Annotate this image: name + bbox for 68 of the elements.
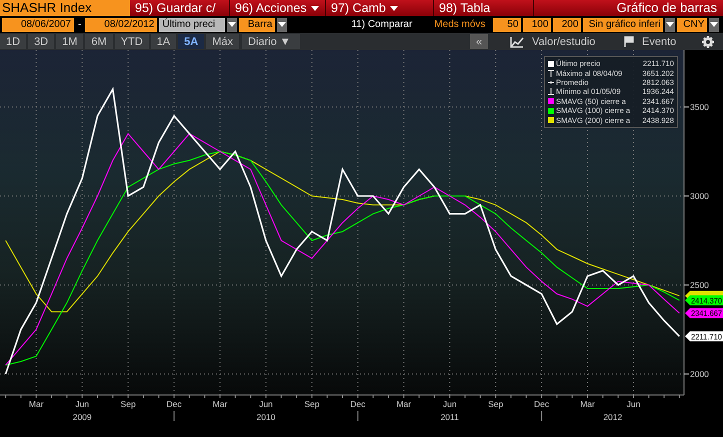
axis-label: 2000 bbox=[690, 369, 709, 379]
low-marker-icon bbox=[548, 88, 554, 96]
year-label: 2011 bbox=[440, 412, 459, 422]
caret-icon bbox=[666, 22, 674, 27]
period-field[interactable]: 200 bbox=[553, 18, 582, 32]
frequency-dropdown[interactable]: Diario ▼ bbox=[242, 34, 300, 49]
axis-label: Dec bbox=[350, 399, 366, 409]
axis-label: Jun bbox=[259, 399, 273, 409]
flag-icon bbox=[624, 36, 634, 47]
settings-icon bbox=[702, 36, 714, 48]
axis-label: Dec bbox=[534, 399, 550, 409]
value-tag: 2211.710 bbox=[685, 331, 723, 342]
menu-button[interactable]: 97) Camb bbox=[326, 0, 434, 16]
period-tab[interactable]: 1D bbox=[0, 34, 26, 49]
axis-label: 2500 bbox=[690, 280, 709, 290]
start-date-field[interactable]: 08/06/2007 bbox=[2, 18, 74, 32]
period-tab[interactable]: 5A bbox=[178, 34, 204, 49]
axis-label: Sep bbox=[304, 399, 320, 409]
period-field[interactable]: 50 bbox=[493, 18, 522, 32]
axis-label: Sep bbox=[488, 399, 504, 409]
dropdown-button[interactable] bbox=[709, 18, 720, 32]
chart-type-dropdown[interactable]: Barra bbox=[239, 18, 276, 32]
dropdown-button[interactable] bbox=[227, 18, 238, 32]
caret-icon bbox=[228, 22, 236, 27]
ticker-label: SHASHR Index bbox=[0, 0, 130, 16]
axis-label: Mar bbox=[28, 399, 44, 409]
menu-button[interactable]: 95) Guardar c/ bbox=[130, 0, 230, 16]
axis-label: Jun bbox=[626, 399, 640, 409]
moving-average-label: Meds móvs bbox=[434, 19, 486, 30]
compare-button[interactable]: 11) Comparar bbox=[351, 19, 412, 30]
period-tab[interactable]: 3D bbox=[28, 34, 54, 49]
menu-button[interactable]: 96) Acciones bbox=[230, 0, 326, 16]
chart-icon bbox=[510, 36, 524, 48]
value-tag: 2341.667 bbox=[685, 308, 723, 318]
caret-icon bbox=[310, 6, 319, 10]
price-field-dropdown[interactable]: Último preci bbox=[159, 18, 226, 32]
menu-button[interactable]: 98) Tabla bbox=[434, 0, 534, 16]
axis-label: Mar bbox=[396, 399, 412, 409]
year-label: 2010 bbox=[256, 412, 276, 422]
period-tab[interactable]: 1A bbox=[150, 34, 176, 49]
period-tab[interactable]: 1M bbox=[56, 34, 84, 49]
axis-label: Sep bbox=[120, 399, 136, 409]
axis-label: Mar bbox=[212, 399, 228, 409]
currency-dropdown[interactable]: CNY bbox=[677, 18, 708, 32]
period-tab[interactable]: Máx bbox=[206, 34, 239, 49]
dropdown-button[interactable] bbox=[277, 18, 288, 32]
period-field[interactable]: 100 bbox=[523, 18, 552, 32]
period-tab[interactable]: YTD bbox=[114, 34, 149, 49]
year-label: 2012 bbox=[603, 412, 622, 422]
lower-chart-dropdown[interactable]: Sin gráfico inferi bbox=[583, 18, 664, 32]
chart-title: Gráfico de barras bbox=[616, 0, 718, 16]
axis-label: Jun bbox=[442, 399, 457, 409]
axis-label: Dec bbox=[166, 399, 182, 409]
end-date-field[interactable]: 08/02/2012 bbox=[85, 18, 158, 32]
date-separator: - bbox=[78, 19, 82, 30]
dropdown-button[interactable] bbox=[665, 18, 676, 32]
axis-label: Jun bbox=[75, 399, 90, 409]
period-tab[interactable]: 6M bbox=[85, 34, 113, 49]
high-marker-icon bbox=[548, 70, 554, 77]
axis-label: Mar bbox=[580, 399, 595, 409]
caret-icon bbox=[390, 6, 398, 10]
collapse-button[interactable]: « bbox=[470, 34, 488, 49]
axis-label: 3000 bbox=[690, 190, 709, 201]
average-marker-icon bbox=[548, 78, 554, 86]
axis-label: 3500 bbox=[690, 102, 709, 112]
year-label: 2009 bbox=[72, 412, 92, 422]
caret-icon bbox=[278, 22, 286, 27]
caret-icon bbox=[710, 22, 718, 27]
